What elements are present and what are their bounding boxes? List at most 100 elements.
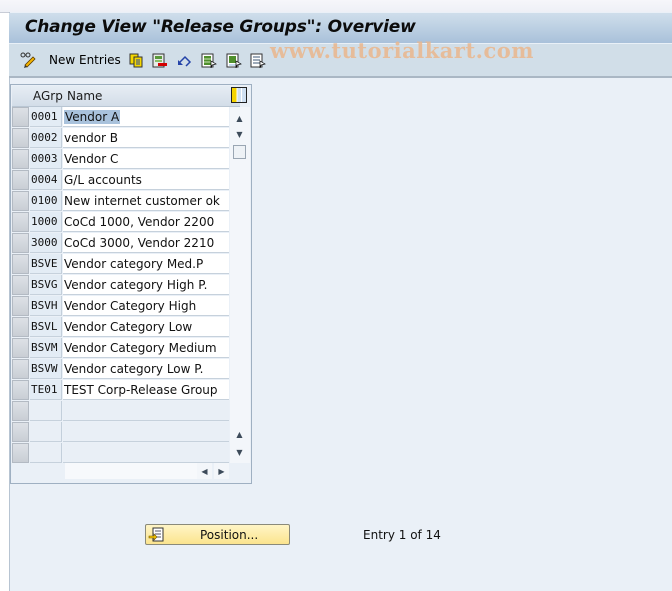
- position-icon: [148, 527, 164, 542]
- cell-agrp: [30, 443, 62, 463]
- cell-name[interactable]: Vendor Category High: [63, 296, 229, 316]
- cell-name[interactable]: TEST Corp-Release Group: [63, 380, 229, 400]
- row-selector[interactable]: [12, 170, 29, 190]
- cell-agrp: BSVL: [30, 317, 62, 337]
- cell-name[interactable]: Vendor Category Medium: [63, 338, 229, 358]
- cell-name[interactable]: Vendor category Low P.: [63, 359, 229, 379]
- scroll-right-button[interactable]: ▶: [214, 463, 229, 479]
- scroll-page-up-button[interactable]: ▲: [232, 427, 247, 442]
- cell-name[interactable]: New internet customer ok: [63, 191, 229, 211]
- row-selector[interactable]: [12, 107, 29, 127]
- delete-button[interactable]: [152, 52, 168, 68]
- horizontal-scrollbar[interactable]: [65, 463, 197, 479]
- select-all-rows-corner[interactable]: [12, 86, 30, 106]
- undo-change-button[interactable]: [177, 52, 193, 68]
- cell-agrp: [30, 422, 62, 442]
- row-selector[interactable]: [12, 212, 29, 232]
- cell-name[interactable]: Vendor Category Low: [63, 317, 229, 337]
- row-selector[interactable]: [12, 149, 29, 169]
- row-selector[interactable]: [12, 128, 29, 148]
- table-row[interactable]: 0004 G/L accounts: [30, 170, 229, 191]
- release-groups-table: AGrp Name 0001 Vendor A 0002 vendor B 0003 Ve…: [10, 84, 252, 484]
- table-row[interactable]: BSVH Vendor Category High: [30, 296, 229, 317]
- row-selector[interactable]: [12, 233, 29, 253]
- cell-agrp: BSVG: [30, 275, 62, 295]
- deselect-all-icon: [250, 53, 266, 68]
- select-block-button[interactable]: [226, 52, 242, 68]
- cell-agrp: 0100: [30, 191, 62, 211]
- row-selector[interactable]: [12, 338, 29, 358]
- new-entries-button[interactable]: New Entries: [49, 52, 121, 68]
- scroll-thumb[interactable]: [233, 145, 246, 159]
- row-selector[interactable]: [12, 317, 29, 337]
- row-selector[interactable]: [12, 359, 29, 379]
- table-row[interactable]: 0002 vendor B: [30, 128, 229, 149]
- table-row[interactable]: BSVG Vendor category High P.: [30, 275, 229, 296]
- row-selector[interactable]: [12, 422, 29, 442]
- table-row[interactable]: [30, 443, 229, 464]
- deselect-all-button[interactable]: [250, 52, 266, 68]
- cell-name[interactable]: CoCd 3000, Vendor 2210: [63, 233, 229, 253]
- cell-name[interactable]: Vendor A: [63, 107, 229, 127]
- entry-counter: Entry 1 of 14: [363, 528, 441, 542]
- row-selector[interactable]: [12, 275, 29, 295]
- cell-name[interactable]: CoCd 1000, Vendor 2200: [63, 212, 229, 232]
- table-row[interactable]: BSVW Vendor category Low P.: [30, 359, 229, 380]
- cell-name[interactable]: G/L accounts: [63, 170, 229, 190]
- display-change-button[interactable]: [20, 52, 37, 68]
- row-selector[interactable]: [12, 401, 29, 421]
- cell-name[interactable]: [63, 401, 229, 421]
- cell-name[interactable]: vendor B: [63, 128, 229, 148]
- cell-name[interactable]: Vendor category High P.: [63, 275, 229, 295]
- table-row[interactable]: [30, 401, 229, 422]
- row-selector[interactable]: [12, 296, 29, 316]
- cell-name[interactable]: Vendor category Med.P: [63, 254, 229, 274]
- cell-agrp: [30, 401, 62, 421]
- cell-name[interactable]: [63, 422, 229, 442]
- cell-agrp: TE01: [30, 380, 62, 400]
- undo-change-icon: [178, 55, 192, 67]
- watermark-text: www.tutorialkart.com: [270, 38, 534, 63]
- row-selector[interactable]: [12, 380, 29, 400]
- table-row[interactable]: 1000 CoCd 1000, Vendor 2200: [30, 212, 229, 233]
- cell-agrp: 0002: [30, 128, 62, 148]
- table-body: 0001 Vendor A 0002 vendor B 0003 Vendor C 0004…: [30, 107, 229, 464]
- cell-agrp: 0004: [30, 170, 62, 190]
- cell-agrp: 1000: [30, 212, 62, 232]
- row-selector[interactable]: [12, 443, 29, 463]
- row-selector[interactable]: [12, 254, 29, 274]
- cell-agrp: BSVM: [30, 338, 62, 358]
- table-row[interactable]: [30, 422, 229, 443]
- table-row[interactable]: 0100 New internet customer ok: [30, 191, 229, 212]
- vertical-scrollbar[interactable]: ▲ ▼ ▲ ▼: [230, 107, 250, 463]
- cell-name[interactable]: [63, 443, 229, 463]
- selected-text[interactable]: Vendor A: [64, 110, 121, 124]
- scroll-left-button[interactable]: ◀: [197, 463, 212, 479]
- table-row[interactable]: 3000 CoCd 3000, Vendor 2210: [30, 233, 229, 254]
- cell-agrp: 3000: [30, 233, 62, 253]
- table-settings-icon[interactable]: [231, 87, 247, 103]
- scroll-up-button[interactable]: ▲: [232, 111, 247, 126]
- column-header-agrp[interactable]: AGrp: [33, 89, 63, 103]
- table-row[interactable]: 0003 Vendor C: [30, 149, 229, 170]
- screen-title: Change View "Release Groups": Overview: [25, 17, 416, 37]
- row-selector[interactable]: [12, 191, 29, 211]
- select-block-icon: [226, 53, 242, 68]
- position-button-label: Position...: [200, 528, 259, 542]
- cell-agrp: BSVH: [30, 296, 62, 316]
- table-row[interactable]: BSVM Vendor Category Medium: [30, 338, 229, 359]
- scroll-down-button[interactable]: ▼: [232, 127, 247, 142]
- select-all-icon: [201, 53, 217, 68]
- position-button[interactable]: Position...: [145, 524, 290, 545]
- pencil-glasses-icon: [20, 52, 36, 68]
- table-row[interactable]: TE01 TEST Corp-Release Group: [30, 380, 229, 401]
- delete-icon: [152, 53, 167, 67]
- table-row[interactable]: BSVL Vendor Category Low: [30, 317, 229, 338]
- table-row[interactable]: BSVE Vendor category Med.P: [30, 254, 229, 275]
- column-header-name[interactable]: Name: [67, 89, 102, 103]
- table-row[interactable]: 0001 Vendor A: [30, 107, 229, 128]
- select-all-button[interactable]: [201, 52, 217, 68]
- copy-as-button[interactable]: [129, 52, 144, 68]
- cell-name[interactable]: Vendor C: [63, 149, 229, 169]
- scroll-page-down-button[interactable]: ▼: [232, 445, 247, 460]
